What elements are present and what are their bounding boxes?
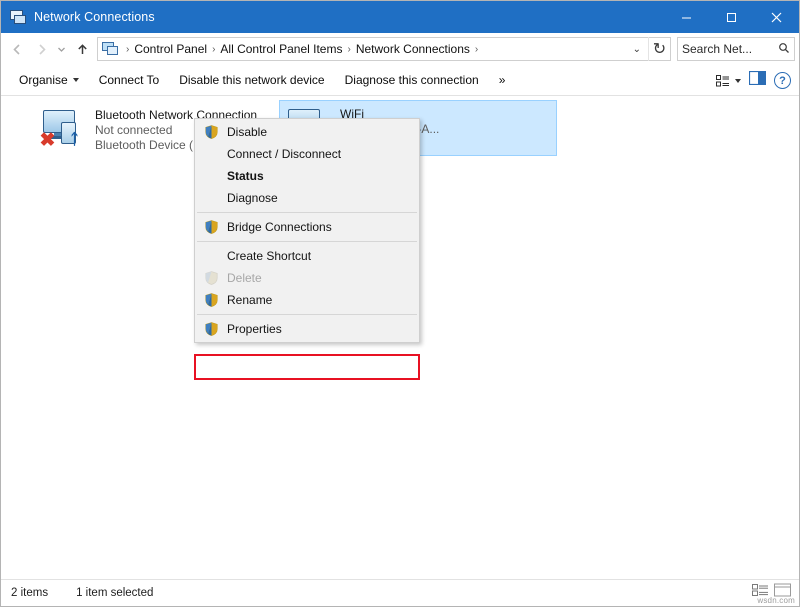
- disconnected-x-icon: ✖: [39, 132, 56, 149]
- breadcrumb[interactable]: › Control Panel › All Control Panel Item…: [97, 37, 671, 61]
- address-bar: › Control Panel › All Control Panel Item…: [1, 33, 799, 65]
- shield-icon: [200, 218, 222, 236]
- item-count: 2 items: [11, 587, 48, 599]
- content-area: ✖ ᛏ Bluetooth Network Connection Not con…: [1, 96, 799, 593]
- breadcrumb-item-control-panel[interactable]: Control Panel: [131, 42, 210, 56]
- context-menu-label: Connect / Disconnect: [226, 147, 341, 161]
- command-bar-right: ?: [716, 65, 791, 96]
- watermark: wsdn.com: [757, 596, 795, 605]
- breadcrumb-item-network-connections[interactable]: Network Connections: [353, 42, 473, 56]
- chevron-down-icon: [735, 79, 741, 83]
- shield-icon: [200, 269, 222, 287]
- overflow-button[interactable]: »: [489, 69, 516, 91]
- maximize-button[interactable]: [709, 1, 754, 33]
- context-menu-separator: [197, 212, 417, 213]
- context-menu-item-bridge-connections[interactable]: Bridge Connections: [195, 216, 419, 238]
- connect-to-button[interactable]: Connect To: [89, 69, 170, 91]
- close-button[interactable]: [754, 1, 799, 33]
- context-menu-item-connect-disconnect[interactable]: Connect / Disconnect: [195, 143, 419, 165]
- empty-icon-slot: [200, 145, 222, 163]
- empty-icon-slot: [200, 189, 222, 207]
- context-menu-separator: [197, 241, 417, 242]
- context-menu: Disable Connect / Disconnect Status Diag…: [194, 118, 420, 343]
- context-menu-label: Status: [226, 169, 264, 183]
- back-button[interactable]: [5, 36, 29, 62]
- empty-icon-slot: [200, 167, 222, 185]
- shield-icon: [200, 291, 222, 309]
- refresh-icon[interactable]: ↻: [648, 37, 670, 61]
- context-menu-item-create-shortcut[interactable]: Create Shortcut: [195, 245, 419, 267]
- forward-button[interactable]: [29, 36, 53, 62]
- context-menu-label: Create Shortcut: [226, 249, 311, 263]
- chevron-down-icon: [73, 78, 79, 82]
- context-menu-label: Bridge Connections: [226, 220, 332, 234]
- network-connections-icon: [9, 8, 27, 26]
- help-button[interactable]: ?: [774, 72, 791, 89]
- up-button[interactable]: [70, 36, 94, 62]
- properties-highlight-box: [194, 354, 420, 380]
- title-bar: Network Connections: [1, 1, 799, 33]
- organise-button[interactable]: Organise: [9, 69, 89, 91]
- chevron-down-icon[interactable]: ⌄: [629, 44, 648, 55]
- shield-icon: [200, 123, 222, 141]
- context-menu-label: Rename: [226, 293, 272, 307]
- network-folder-icon: [101, 39, 121, 59]
- context-menu-item-rename[interactable]: Rename: [195, 289, 419, 311]
- context-menu-separator: [197, 314, 417, 315]
- context-menu-item-diagnose[interactable]: Diagnose: [195, 187, 419, 209]
- context-menu-label: Properties: [226, 322, 282, 336]
- context-menu-label: Delete: [226, 271, 262, 285]
- search-icon: [778, 42, 790, 57]
- context-menu-label: Disable: [226, 125, 267, 139]
- explorer-window: Network Connections: [0, 0, 800, 607]
- status-bar: 2 items 1 item selected wsdn.c: [1, 579, 799, 606]
- diagnose-connection-button[interactable]: Diagnose this connection: [335, 69, 489, 91]
- command-bar: Organise Connect To Disable this network…: [1, 65, 799, 96]
- breadcrumb-item-all-control-panel-items[interactable]: All Control Panel Items: [217, 42, 345, 56]
- context-menu-label: Diagnose: [226, 191, 278, 205]
- disable-network-device-button[interactable]: Disable this network device: [169, 69, 334, 91]
- window-title: Network Connections: [34, 10, 155, 24]
- preview-pane-button[interactable]: [749, 71, 766, 90]
- context-menu-item-disable[interactable]: Disable: [195, 121, 419, 143]
- context-menu-item-delete: Delete: [195, 267, 419, 289]
- breadcrumb-separator: ›: [124, 44, 131, 55]
- context-menu-item-properties[interactable]: Properties: [195, 318, 419, 340]
- empty-icon-slot: [200, 247, 222, 265]
- breadcrumb-separator: ›: [345, 44, 352, 55]
- window-controls: [664, 1, 799, 33]
- minimize-button[interactable]: [664, 1, 709, 33]
- shield-icon: [200, 320, 222, 338]
- breadcrumb-separator: ›: [473, 44, 480, 55]
- change-view-button[interactable]: [716, 74, 741, 88]
- bluetooth-icon: ᛏ: [67, 132, 82, 148]
- search-input-value: Search Net...: [682, 42, 778, 56]
- network-adapter-icon: ✖ ᛏ: [39, 106, 91, 152]
- context-menu-item-status[interactable]: Status: [195, 165, 419, 187]
- selection-status: 1 item selected: [76, 587, 153, 599]
- recent-locations-button[interactable]: [53, 36, 70, 62]
- search-input[interactable]: Search Net...: [677, 37, 795, 61]
- breadcrumb-separator: ›: [210, 44, 217, 55]
- organise-label: Organise: [19, 73, 68, 87]
